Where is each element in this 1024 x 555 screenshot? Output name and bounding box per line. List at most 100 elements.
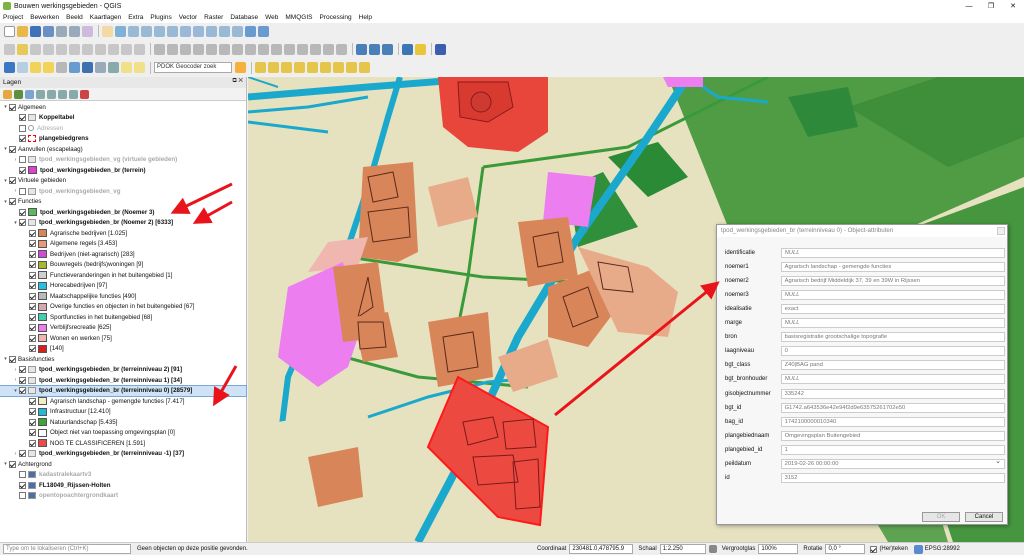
label-properties-icon[interactable] bbox=[333, 62, 344, 73]
maximize-button[interactable]: ❐ bbox=[980, 0, 1002, 12]
zoom-selection-icon[interactable] bbox=[180, 25, 191, 37]
pan-icon[interactable] bbox=[102, 25, 113, 37]
add-feature-icon[interactable] bbox=[43, 43, 54, 55]
layer-tree-row[interactable]: ▾ tpod_werkingsgebieden_br (Noemer 2) [63… bbox=[0, 218, 246, 229]
layer-visibility-checkbox[interactable] bbox=[19, 376, 26, 384]
menu-beeld[interactable]: Beeld bbox=[66, 14, 83, 21]
label-highlight-icon[interactable] bbox=[268, 62, 279, 73]
attribute-value-field[interactable]: Omgevingsplan Buitengebied bbox=[780, 430, 1005, 441]
layer-tree-row[interactable]: ▾ Functies bbox=[0, 197, 246, 208]
delete-part-icon[interactable] bbox=[245, 43, 256, 55]
field-calculator-icon[interactable] bbox=[82, 62, 93, 73]
layer-visibility-checkbox[interactable] bbox=[9, 145, 16, 153]
layer-tree-row[interactable]: Sportfuncties in het buitengebied [68] bbox=[0, 312, 246, 323]
layer-tree-row[interactable]: ▾ Algemeen bbox=[0, 102, 246, 113]
collapse-all-icon[interactable] bbox=[69, 89, 78, 99]
browser-icon[interactable] bbox=[382, 43, 393, 55]
coordinate-field[interactable]: 230481.0,478795.9 bbox=[569, 544, 634, 554]
minimize-button[interactable]: — bbox=[958, 0, 980, 12]
rotate-symbols-icon[interactable] bbox=[336, 43, 347, 55]
label-move-icon[interactable] bbox=[307, 62, 318, 73]
attribute-value-field[interactable]: Agrarisch landschap - gemengde functies bbox=[780, 261, 1005, 272]
layer-tree-row[interactable]: plangebiedgrens bbox=[0, 134, 246, 145]
collapse-arrow-icon[interactable]: ▾ bbox=[2, 461, 9, 467]
lock-scale-icon[interactable] bbox=[708, 545, 717, 553]
layer-tree-row[interactable]: Agrarisch landschap - gemengde functies … bbox=[0, 396, 246, 407]
menu-processing[interactable]: Processing bbox=[319, 14, 351, 21]
expand-arrow-icon[interactable]: › bbox=[12, 367, 19, 373]
save-edits-icon[interactable] bbox=[30, 43, 41, 55]
attribute-value-field[interactable]: 2019-02-26 00:00:00 bbox=[780, 459, 1005, 469]
layer-tree-row[interactable]: Algemene regels [3.453] bbox=[0, 239, 246, 250]
layer-tree-row[interactable]: ▾ Basisfuncties bbox=[0, 354, 246, 365]
menu-mmqgis[interactable]: MMQGIS bbox=[285, 14, 312, 21]
layer-tree-row[interactable]: Maatschappelijke functies [490] bbox=[0, 291, 246, 302]
menu-vector[interactable]: Vector bbox=[179, 14, 197, 21]
layer-tree-row[interactable]: kadastralekaartv3 bbox=[0, 470, 246, 481]
attribute-value-field[interactable]: 0 bbox=[780, 346, 1005, 357]
manage-themes-icon[interactable] bbox=[25, 89, 34, 99]
zoom-last-icon[interactable] bbox=[219, 25, 230, 37]
add-ring-icon[interactable] bbox=[193, 43, 204, 55]
label-change-icon[interactable] bbox=[359, 62, 370, 73]
expand-arrow-icon[interactable]: › bbox=[12, 157, 19, 163]
layer-visibility-checkbox[interactable] bbox=[29, 439, 36, 447]
layer-tree-row[interactable]: Adressen bbox=[0, 123, 246, 134]
layer-visibility-checkbox[interactable] bbox=[29, 345, 36, 353]
reshape-icon[interactable] bbox=[258, 43, 269, 55]
label-pin-icon[interactable] bbox=[281, 62, 292, 73]
layer-visibility-checkbox[interactable] bbox=[9, 198, 16, 206]
layer-visibility-checkbox[interactable] bbox=[29, 429, 36, 437]
layer-visibility-checkbox[interactable] bbox=[9, 355, 16, 363]
split-features-icon[interactable] bbox=[284, 43, 295, 55]
layer-tree-row[interactable]: Horecabedrijven [97] bbox=[0, 281, 246, 292]
add-part-icon[interactable] bbox=[206, 43, 217, 55]
scale-field[interactable]: 1:2.250 bbox=[659, 544, 706, 554]
layer-visibility-checkbox[interactable] bbox=[29, 240, 36, 248]
layer-tree-row[interactable]: Agrarische bedrijven [1.025] bbox=[0, 228, 246, 239]
menu-plugins[interactable]: Plugins bbox=[150, 14, 171, 21]
undo-icon[interactable] bbox=[121, 43, 132, 55]
toggle-editing-icon[interactable] bbox=[17, 43, 28, 55]
print-layout-icon[interactable] bbox=[56, 25, 67, 37]
plugin-icon[interactable] bbox=[415, 43, 426, 55]
layer-tree-row[interactable]: Bedrijven (niet-agrarisch) [283] bbox=[0, 249, 246, 260]
expand-arrow-icon[interactable]: › bbox=[12, 377, 19, 383]
attribute-value-field[interactable]: Agrarisch bedrijf Middeldijk 37, 39 en 3… bbox=[780, 275, 1005, 286]
layer-tree-row[interactable]: Infrastructuur [12.410] bbox=[0, 407, 246, 418]
attribute-value-field[interactable]: G1742.a643536e42e94f2d9e63575261702e50 bbox=[780, 402, 1005, 413]
panel-controls[interactable]: ⧉ ✕ bbox=[232, 78, 243, 85]
layer-visibility-checkbox[interactable] bbox=[29, 303, 36, 311]
layer-tree-row[interactable]: Bouwregels (bedrijfs)woningen [9] bbox=[0, 260, 246, 271]
web-services-icon[interactable] bbox=[369, 43, 380, 55]
delete-ring-icon[interactable] bbox=[232, 43, 243, 55]
layer-tree-row[interactable]: Overige functies en objecten in het buit… bbox=[0, 302, 246, 313]
attribute-table-icon[interactable] bbox=[69, 62, 80, 73]
layer-tree-row[interactable]: ▾ tpod_werkingsgebieden_br (terreinniveau… bbox=[0, 384, 247, 397]
save-project-icon[interactable] bbox=[30, 25, 41, 37]
menu-kaartlagen[interactable]: Kaartlagen bbox=[90, 14, 121, 21]
menu-raster[interactable]: Raster bbox=[204, 14, 223, 21]
redo-icon[interactable] bbox=[134, 43, 145, 55]
attribute-value-field[interactable]: basisregistratie grootschalige topografi… bbox=[780, 332, 1005, 343]
layer-tree-row[interactable]: tpod_werkingsgebieden_br (Noemer 3) bbox=[0, 207, 246, 218]
label-show-icon[interactable] bbox=[294, 62, 305, 73]
new-project-icon[interactable] bbox=[4, 25, 15, 37]
layout-manager-icon[interactable] bbox=[69, 25, 80, 37]
label-diagram-icon[interactable] bbox=[346, 62, 357, 73]
collapse-arrow-icon[interactable]: ▾ bbox=[12, 388, 19, 394]
run-action-icon[interactable] bbox=[17, 62, 28, 73]
paste-features-icon[interactable] bbox=[108, 43, 119, 55]
help-icon[interactable] bbox=[435, 43, 446, 55]
layer-visibility-checkbox[interactable] bbox=[9, 177, 16, 185]
style-manager-icon[interactable] bbox=[82, 25, 93, 37]
identify-features-icon[interactable] bbox=[356, 43, 367, 55]
render-checkbox[interactable] bbox=[870, 545, 878, 553]
layer-visibility-checkbox[interactable] bbox=[29, 261, 36, 269]
select-features-icon[interactable] bbox=[30, 62, 41, 73]
layer-visibility-checkbox[interactable] bbox=[29, 271, 36, 279]
offset-curve-icon[interactable] bbox=[271, 43, 282, 55]
attribute-value-field[interactable]: 335242 bbox=[780, 388, 1005, 399]
remove-layer-icon[interactable] bbox=[80, 89, 89, 99]
menu-bewerken[interactable]: Bewerken bbox=[30, 14, 59, 21]
